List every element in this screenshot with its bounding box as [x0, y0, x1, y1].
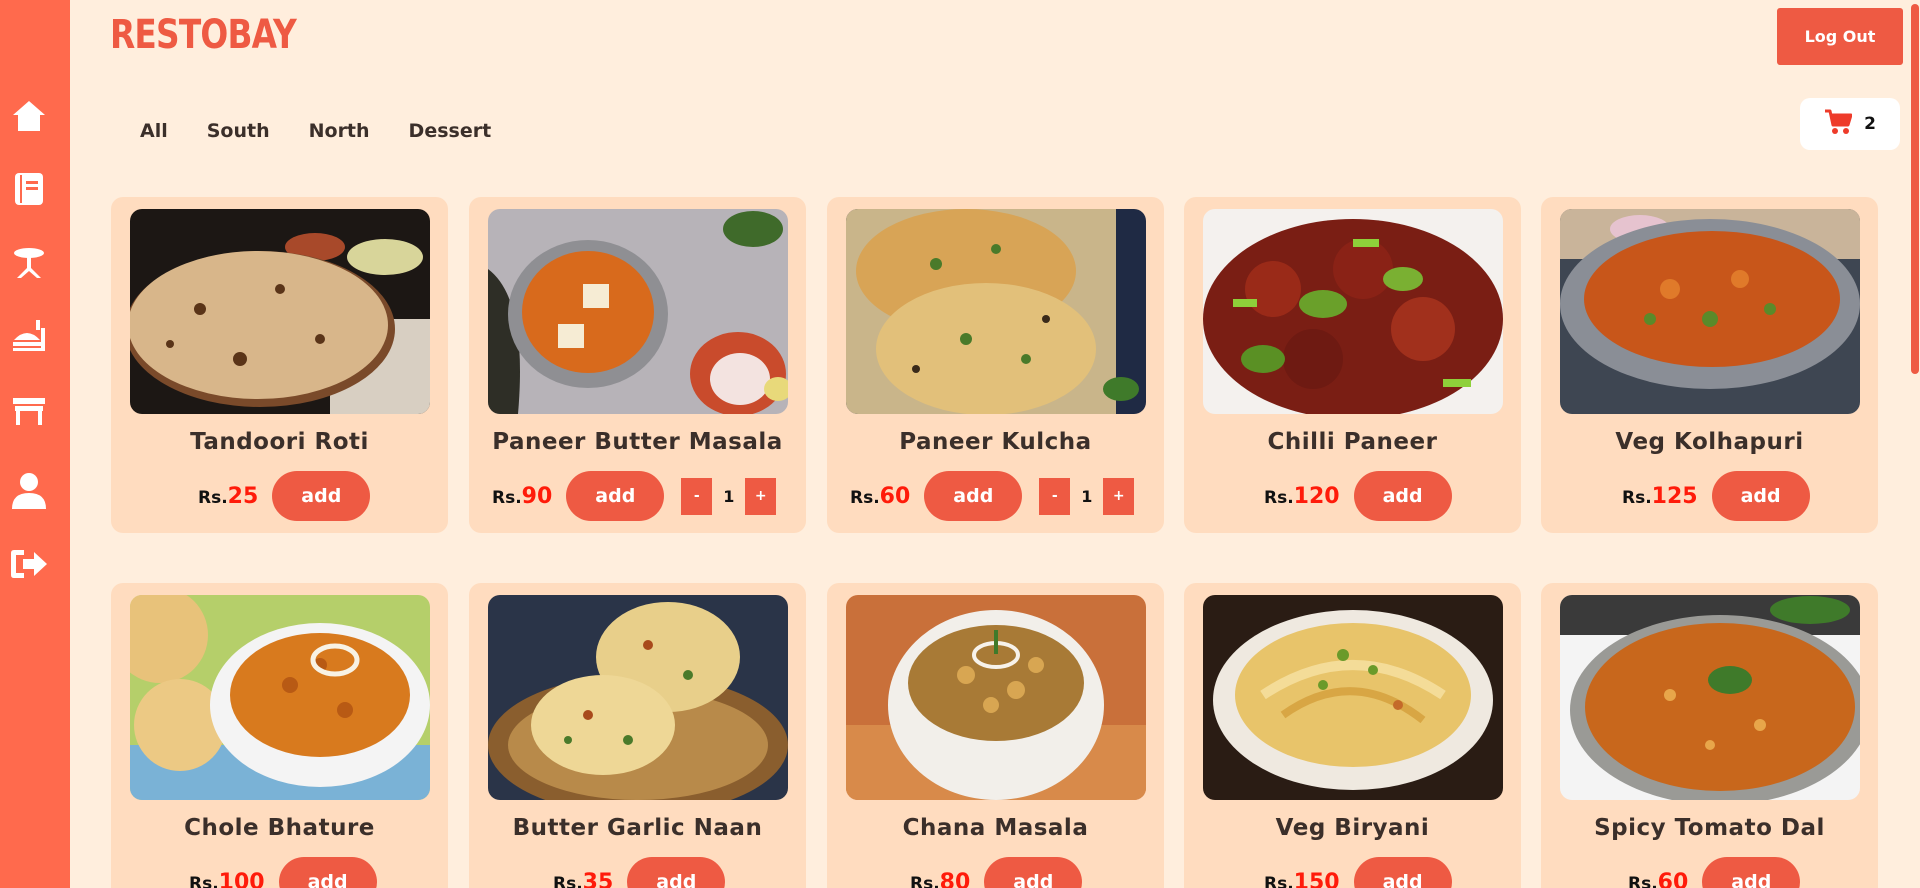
dish-price: Rs. 60	[850, 483, 911, 509]
dish-image	[1560, 209, 1860, 414]
dish-name: Chana Masala	[902, 815, 1089, 841]
dish-card: Tandoori Roti Rs. 25 add	[111, 197, 448, 533]
dish-image	[1203, 595, 1503, 800]
tab-south[interactable]: South	[207, 120, 270, 142]
dish-price: Rs. 125	[1622, 483, 1698, 509]
add-button[interactable]: add	[1702, 857, 1801, 888]
dish-card: Chana Masala Rs. 80 add	[827, 583, 1164, 888]
price-row: Rs. 60 add - 1 +	[850, 471, 1135, 521]
table-icon[interactable]	[10, 244, 48, 282]
tab-all[interactable]: All	[140, 120, 168, 142]
dish-name: Paneer Kulcha	[899, 429, 1092, 455]
add-button[interactable]: add	[1353, 471, 1452, 521]
dish-name: Veg Kolhapuri	[1615, 429, 1804, 455]
dish-price: Rs. 150	[1264, 869, 1340, 888]
price-row: Rs. 35 add	[553, 857, 726, 888]
add-button[interactable]: add	[1353, 857, 1452, 888]
dish-image	[488, 595, 788, 800]
home-icon[interactable]	[10, 97, 48, 135]
quantity-value: 1	[723, 486, 735, 506]
dish-card: Paneer Kulcha Rs. 60 add - 1 +	[827, 197, 1164, 533]
cart-icon	[1824, 109, 1853, 139]
bench-icon[interactable]	[10, 391, 48, 429]
dish-price: Rs. 100	[189, 869, 265, 888]
add-button[interactable]: add	[566, 471, 665, 521]
dish-card: Paneer Butter Masala Rs. 90 add - 1 +	[469, 197, 806, 533]
tab-north[interactable]: North	[309, 120, 370, 142]
price-row: Rs. 120 add	[1264, 471, 1452, 521]
dish-card: Chole Bhature Rs. 100 add	[111, 583, 448, 888]
dish-name: Tandoori Roti	[190, 429, 369, 455]
dish-name: Spicy Tomato Dal	[1594, 815, 1825, 841]
add-button[interactable]: add	[984, 857, 1083, 888]
quantity-stepper: - 1 +	[681, 477, 777, 515]
scrollbar-thumb[interactable]	[1911, 4, 1919, 374]
sign-out-icon[interactable]	[10, 545, 48, 583]
category-tabs: All South North Dessert	[140, 120, 491, 142]
add-button[interactable]: add	[1711, 471, 1810, 521]
price-row: Rs. 80 add	[910, 857, 1083, 888]
dish-name: Veg Biryani	[1275, 815, 1430, 841]
dish-price: Rs. 120	[1264, 483, 1340, 509]
dish-image	[1203, 209, 1503, 414]
cart-count: 2	[1864, 114, 1876, 134]
dish-name: Chole Bhature	[184, 815, 375, 841]
price-row: Rs. 150 add	[1264, 857, 1452, 888]
dish-card: Veg Kolhapuri Rs. 125 add	[1541, 197, 1878, 533]
dish-price: Rs. 25	[198, 483, 259, 509]
quantity-value: 1	[1081, 486, 1093, 506]
dish-card: Butter Garlic Naan Rs. 35 add	[469, 583, 806, 888]
add-button[interactable]: add	[272, 471, 371, 521]
menu-book-icon[interactable]	[10, 170, 48, 208]
price-row: Rs. 90 add - 1 +	[492, 471, 777, 521]
price-row: Rs. 25 add	[198, 471, 371, 521]
quantity-stepper: - 1 +	[1039, 477, 1135, 515]
price-row: Rs. 100 add	[189, 857, 377, 888]
dish-price: Rs. 35	[553, 869, 614, 888]
dish-name: Butter Garlic Naan	[512, 815, 763, 841]
increase-qty-button[interactable]: +	[745, 477, 777, 515]
price-row: Rs. 60 add	[1628, 857, 1801, 888]
dish-image	[130, 595, 430, 800]
decrease-qty-button[interactable]: -	[681, 477, 713, 515]
increase-qty-button[interactable]: +	[1103, 477, 1135, 515]
dish-card: Veg Biryani Rs. 150 add	[1184, 583, 1521, 888]
dish-price: Rs. 90	[492, 483, 553, 509]
dish-image	[130, 209, 430, 414]
sidebar	[0, 0, 70, 888]
dish-name: Chilli Paneer	[1267, 429, 1438, 455]
logout-button[interactable]: Log Out	[1777, 8, 1903, 65]
add-button[interactable]: add	[924, 471, 1023, 521]
brand-logo: RESTOBAY	[110, 12, 297, 58]
dish-image	[1560, 595, 1860, 800]
dish-image	[488, 209, 788, 414]
dish-card: Spicy Tomato Dal Rs. 60 add	[1541, 583, 1878, 888]
dish-name: Paneer Butter Masala	[492, 429, 783, 455]
dish-price: Rs. 60	[1628, 869, 1689, 888]
cart-button[interactable]: 2	[1800, 98, 1900, 150]
price-row: Rs. 125 add	[1622, 471, 1810, 521]
user-icon[interactable]	[10, 472, 48, 510]
dish-price: Rs. 80	[910, 869, 971, 888]
decrease-qty-button[interactable]: -	[1039, 477, 1071, 515]
tab-dessert[interactable]: Dessert	[409, 120, 492, 142]
dish-image	[846, 595, 1146, 800]
dish-image	[846, 209, 1146, 414]
add-button[interactable]: add	[278, 857, 377, 888]
add-button[interactable]: add	[627, 857, 726, 888]
dish-card: Chilli Paneer Rs. 120 add	[1184, 197, 1521, 533]
food-tray-icon[interactable]	[10, 317, 48, 355]
